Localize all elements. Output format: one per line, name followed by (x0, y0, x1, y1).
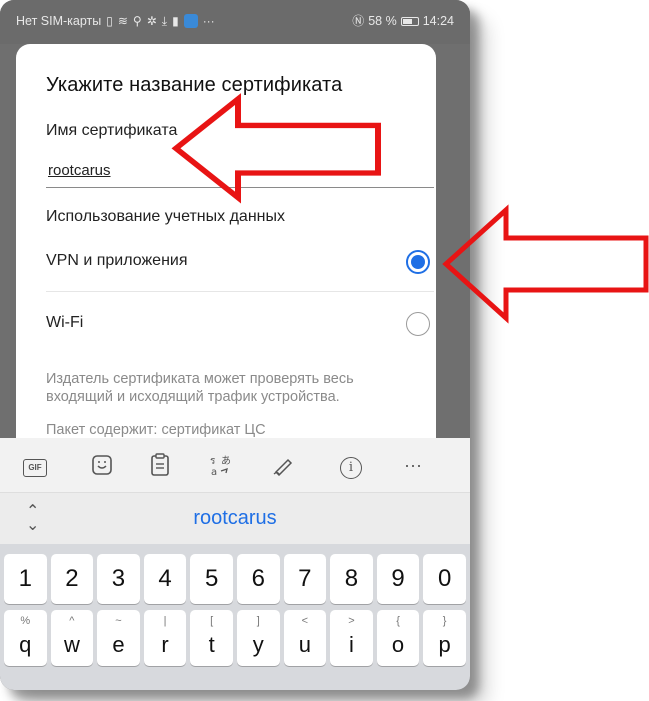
key-alt-symbol: ] (256, 615, 260, 627)
clock: 14:24 (422, 14, 454, 28)
search-icon: ⚲ (132, 14, 142, 28)
status-bar-right: Ⓝ 58 % 14:24 (352, 14, 454, 28)
key-2[interactable]: 2 (50, 554, 94, 604)
number-row: 1234567890 (4, 554, 466, 604)
key-1[interactable]: 1 (4, 554, 47, 604)
key-q[interactable]: % q (4, 610, 47, 666)
key-alt-symbol: [ (210, 615, 214, 627)
key-alt-symbol: % (20, 615, 31, 627)
more-icon: ··· (202, 14, 215, 28)
option-wifi-label: Wi-Fi (46, 314, 84, 331)
more-icon[interactable]: ··· (400, 452, 426, 478)
app-icon (183, 14, 198, 28)
letter-row: % q ^ w ~ e | r[t] y < u > i{o} p (4, 610, 466, 666)
gif-label: GIF (23, 458, 47, 477)
key-alt-symbol: | (163, 615, 167, 627)
svg-text:a: a (211, 467, 217, 477)
key-alt-symbol: > (348, 615, 355, 627)
handwriting-icon[interactable] (270, 452, 296, 478)
key-alt-symbol: < (301, 615, 309, 627)
key-letter: e (112, 632, 125, 657)
status-bar: Нет SIM-карты ▯ ≋ ⚲ ✲ ⤓ ▮ ··· Ⓝ 58 % 14:… (0, 0, 470, 44)
info-glyph: i (340, 457, 362, 479)
key-u[interactable]: < u (283, 610, 327, 666)
key-w[interactable]: ^ w (50, 610, 94, 666)
package-contents: Пакет содержит: сертификат ЦС (46, 422, 266, 438)
svg-text:ร: ร (210, 456, 216, 467)
option-vpn-apps[interactable]: VPN и приложения (46, 232, 434, 292)
key-letter: o (391, 632, 405, 657)
svg-text:あ: あ (221, 455, 231, 467)
key-letter: q (19, 632, 32, 657)
key-0[interactable]: 0 (423, 554, 466, 604)
key-alt-symbol: ^ (69, 615, 75, 627)
suggestion-bar: ⌃ ⌄ rootcarus (0, 492, 470, 544)
annotation-arrow-input-icon (171, 93, 381, 204)
key-7[interactable]: 7 (283, 554, 327, 604)
suggestion-word[interactable]: rootcarus (0, 507, 470, 530)
key-t[interactable]: [t (190, 610, 233, 666)
annotation-arrow-radio-icon (442, 204, 649, 324)
settings-icon: ✲ (146, 14, 157, 28)
carrier-text: Нет SIM-карты (16, 14, 102, 28)
radio-wifi[interactable] (406, 312, 430, 336)
key-alt-symbol: } (442, 615, 447, 627)
key-letter: y (252, 632, 264, 657)
status-bar-left: Нет SIM-карты ▯ ≋ ⚲ ✲ ⤓ ▮ ··· (16, 14, 215, 28)
key-o[interactable]: {o (376, 610, 420, 666)
option-wifi[interactable]: Wi-Fi (46, 294, 434, 354)
key-letter: p (438, 632, 451, 657)
key-6[interactable]: 6 (236, 554, 280, 604)
key-p[interactable]: } p (423, 610, 466, 666)
key-e[interactable]: ~ e (97, 610, 140, 666)
usage-label: Использование учетных данных (46, 208, 285, 225)
battery-percent: 58 % (368, 14, 397, 28)
wifi-icon: ≋ (117, 14, 128, 28)
radio-vpn-selected[interactable] (406, 250, 430, 274)
key-4[interactable]: 4 (143, 554, 187, 604)
key-alt-symbol: ~ (115, 615, 122, 627)
screenshot-stage: Нет SIM-карты ▯ ≋ ⚲ ✲ ⤓ ▮ ··· Ⓝ 58 % 14:… (0, 0, 649, 701)
download-icon: ⤓ (161, 14, 168, 28)
keyboard: 1234567890 % q ^ w ~ e | r[t] y < u > i{o} p (0, 544, 470, 690)
sim-icon: ▯ (106, 14, 113, 28)
key-alt-symbol: { (396, 615, 400, 627)
key-8[interactable]: 8 (330, 554, 373, 604)
option-vpn-label: VPN и приложения (46, 252, 188, 269)
info-icon[interactable]: i (338, 452, 364, 479)
key-y[interactable]: ] y (236, 610, 280, 666)
keyboard-toolbar: GIF รあa i ··· (0, 438, 470, 492)
key-i[interactable]: > i (330, 610, 373, 666)
battery-icon (400, 16, 419, 26)
key-letter: t (208, 632, 215, 657)
clipboard-icon[interactable] (147, 452, 173, 478)
key-letter: w (63, 632, 80, 657)
gif-icon[interactable]: GIF (22, 452, 48, 478)
dialog-title: Укажите название сертификата (46, 74, 343, 96)
key-letter: u (298, 632, 311, 657)
issuer-warning: Издатель сертификата может проверять вес… (46, 371, 354, 405)
nfc-icon: Ⓝ (352, 14, 365, 28)
translate-icon[interactable]: รあa (208, 452, 234, 478)
sticker-icon[interactable] (89, 452, 115, 478)
key-5[interactable]: 5 (190, 554, 233, 604)
key-r[interactable]: | r (143, 610, 187, 666)
key-9[interactable]: 9 (376, 554, 420, 604)
key-letter: i (349, 632, 354, 657)
key-3[interactable]: 3 (97, 554, 140, 604)
key-letter: r (161, 632, 169, 657)
phone-icon: ▮ (172, 14, 179, 28)
cert-name-label: Имя сертификата (46, 122, 178, 139)
